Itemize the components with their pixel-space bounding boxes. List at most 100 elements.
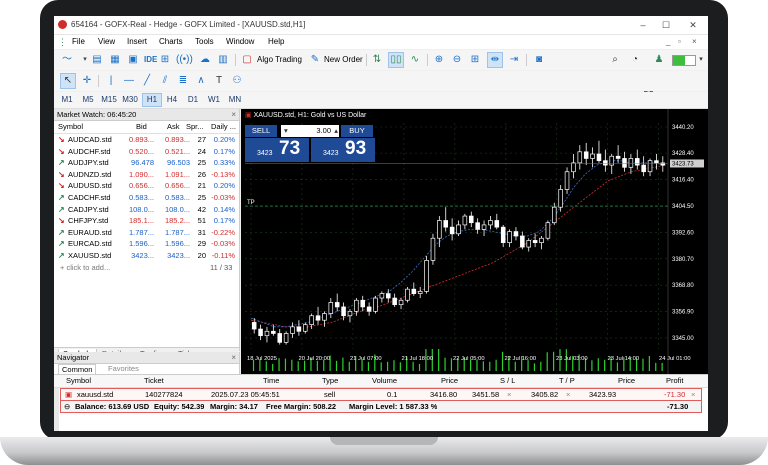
- column-volume[interactable]: Volume: [372, 376, 397, 385]
- column-current-price[interactable]: Price: [618, 376, 635, 385]
- volume-increase-icon[interactable]: ▴: [334, 125, 338, 137]
- mdi-minimize-button[interactable]: _: [666, 37, 670, 46]
- market-icon[interactable]: ▣: [126, 53, 140, 67]
- horizontal-line-icon[interactable]: —: [122, 74, 136, 88]
- shapes-icon[interactable]: ∧: [194, 74, 208, 88]
- chart-window[interactable]: TP 3440.20 3428.40 3416.40 3404.50 3392.60 338…: [241, 109, 708, 374]
- tab-favorites[interactable]: Favorites: [108, 364, 139, 373]
- objects-icon[interactable]: ⚇: [230, 74, 244, 88]
- add-symbol-label[interactable]: + click to add...: [60, 263, 110, 272]
- signals-icon[interactable]: ((•)): [176, 53, 193, 67]
- news-icon[interactable]: ▥: [216, 53, 230, 67]
- chart-type-icon[interactable]: 〜: [60, 53, 74, 67]
- column-symbol[interactable]: Symbol: [66, 376, 91, 385]
- zoom-in-icon[interactable]: ⊕: [432, 53, 446, 67]
- buy-button[interactable]: BUY: [341, 125, 373, 137]
- mdi-restore-button[interactable]: ▫: [678, 37, 681, 46]
- mdi-close-button[interactable]: ×: [692, 37, 697, 46]
- connection-dropdown-icon[interactable]: ▾: [694, 53, 708, 67]
- line-chart-icon[interactable]: ∿: [408, 53, 422, 67]
- column-ask[interactable]: Ask: [167, 122, 180, 131]
- timeframe-d1[interactable]: D1: [184, 94, 202, 106]
- remove-tp-icon[interactable]: ×: [566, 390, 570, 399]
- algo-trading-button[interactable]: Algo Trading: [257, 55, 302, 64]
- column-sl[interactable]: S / L: [500, 376, 515, 385]
- candlestick-chart-icon[interactable]: ▯▯: [388, 52, 404, 68]
- list-item[interactable]: ↘ CHFJPY.std 185.1... 185.2... 51 0.17%: [54, 215, 239, 227]
- list-item[interactable]: ↗ AUDJPY.std 96.478 96.503 25 0.33%: [54, 157, 239, 169]
- account-icon[interactable]: ♟: [652, 53, 666, 67]
- fibonacci-icon[interactable]: ≣: [176, 74, 190, 88]
- column-price[interactable]: Price: [441, 376, 458, 385]
- column-bid[interactable]: Bid: [136, 122, 147, 131]
- close-icon[interactable]: ×: [231, 352, 236, 363]
- maximize-button[interactable]: ☐: [657, 18, 675, 32]
- timeframe-m30[interactable]: M30: [121, 94, 139, 106]
- trend-line-icon[interactable]: ╱: [140, 74, 154, 88]
- new-order-icon[interactable]: ✎: [308, 53, 322, 67]
- collapse-icon[interactable]: ⊖: [64, 402, 70, 411]
- cursor-icon[interactable]: ↖: [60, 73, 76, 89]
- timeframe-m5[interactable]: M5: [79, 94, 97, 106]
- crosshair-icon[interactable]: ✛: [80, 74, 94, 88]
- menu-help[interactable]: Help: [268, 37, 284, 46]
- timeframe-h1[interactable]: H1: [142, 93, 162, 107]
- zoom-out-icon[interactable]: ⊖: [450, 53, 464, 67]
- list-item[interactable]: ↗ CADCHF.std 0.583... 0.583... 25 -0.03%: [54, 192, 239, 204]
- list-item[interactable]: ↗ EURAUD.std 1.787... 1.787... 31 -0.22%: [54, 227, 239, 239]
- timeframe-m15[interactable]: M15: [100, 94, 118, 106]
- list-item[interactable]: ↗ XAUUSD.std 3423... 3423... 20 -0.11%: [54, 250, 239, 262]
- timeframe-w1[interactable]: W1: [205, 94, 223, 106]
- new-chart-icon[interactable]: ▤: [90, 53, 104, 67]
- algo-trading-icon[interactable]: ▢: [240, 53, 254, 67]
- bar-chart-icon[interactable]: ⇅: [370, 53, 384, 67]
- timeframe-m1[interactable]: M1: [58, 94, 76, 106]
- new-order-button[interactable]: New Order: [324, 55, 363, 64]
- ide-button[interactable]: IDE: [144, 55, 157, 64]
- volume-decrease-icon[interactable]: ▾: [284, 125, 288, 137]
- volume-input[interactable]: ▾ 3.00 ▴: [281, 125, 339, 137]
- close-position-icon[interactable]: ×: [691, 390, 695, 399]
- channel-icon[interactable]: ⫽: [158, 74, 172, 88]
- menu-charts[interactable]: Charts: [159, 37, 183, 46]
- column-type[interactable]: Type: [322, 376, 338, 385]
- column-profit[interactable]: Profit: [666, 376, 684, 385]
- timeframe-h4[interactable]: H4: [163, 94, 181, 106]
- menu-tools[interactable]: Tools: [195, 37, 214, 46]
- menu-view[interactable]: View: [98, 37, 115, 46]
- vertical-line-icon[interactable]: |: [104, 74, 118, 88]
- chart-shift-icon[interactable]: ⇥: [507, 53, 521, 67]
- buy-price-box[interactable]: 3423 93: [311, 138, 375, 162]
- list-item[interactable]: ↘ AUDUSD.std 0.656... 0.656... 21 0.20%: [54, 180, 239, 192]
- column-spread[interactable]: Spr...: [186, 122, 204, 131]
- close-icon[interactable]: ×: [231, 109, 236, 120]
- close-button[interactable]: ✕: [684, 18, 702, 32]
- menu-insert[interactable]: Insert: [127, 37, 147, 46]
- list-item[interactable]: ↗ EURCAD.std 1.596... 1.596... 29 -0.03%: [54, 238, 239, 250]
- list-item[interactable]: ↘ AUDCHF.std 0.520... 0.521... 24 0.17%: [54, 146, 239, 158]
- notifications-icon[interactable]: ◔: [628, 53, 642, 67]
- add-symbol-row[interactable]: + click to add... 11 / 33: [54, 262, 239, 274]
- column-time[interactable]: Time: [263, 376, 279, 385]
- auto-scroll-icon[interactable]: ⇹: [487, 52, 503, 68]
- vps-icon[interactable]: ☁: [198, 53, 212, 67]
- column-symbol[interactable]: Symbol: [58, 122, 83, 131]
- profiles-icon[interactable]: ▦: [108, 53, 122, 67]
- column-daily-change[interactable]: Daily ...: [211, 122, 236, 131]
- sell-price-box[interactable]: 3423 73: [245, 138, 309, 162]
- menu-window[interactable]: Window: [226, 37, 254, 46]
- remove-sl-icon[interactable]: ×: [507, 390, 511, 399]
- strategy-tester-icon[interactable]: ⊞: [158, 53, 172, 67]
- menu-file[interactable]: File: [72, 37, 85, 46]
- list-item[interactable]: ↘ AUDCAD.std 0.893... 0.893... 27 0.20%: [54, 134, 239, 146]
- tile-windows-icon[interactable]: ⊞: [468, 53, 482, 67]
- column-tp[interactable]: T / P: [559, 376, 575, 385]
- minimize-button[interactable]: –: [634, 18, 652, 32]
- list-item[interactable]: ↘ AUDNZD.std 1.090... 1.091... 26 -0.13%: [54, 169, 239, 181]
- column-ticket[interactable]: Ticket: [144, 376, 164, 385]
- timeframe-mn[interactable]: MN: [226, 94, 244, 106]
- search-icon[interactable]: ⌕: [608, 53, 622, 67]
- screenshot-icon[interactable]: ◙: [532, 53, 546, 67]
- sell-button[interactable]: SELL: [245, 125, 277, 137]
- text-icon[interactable]: T: [212, 74, 226, 88]
